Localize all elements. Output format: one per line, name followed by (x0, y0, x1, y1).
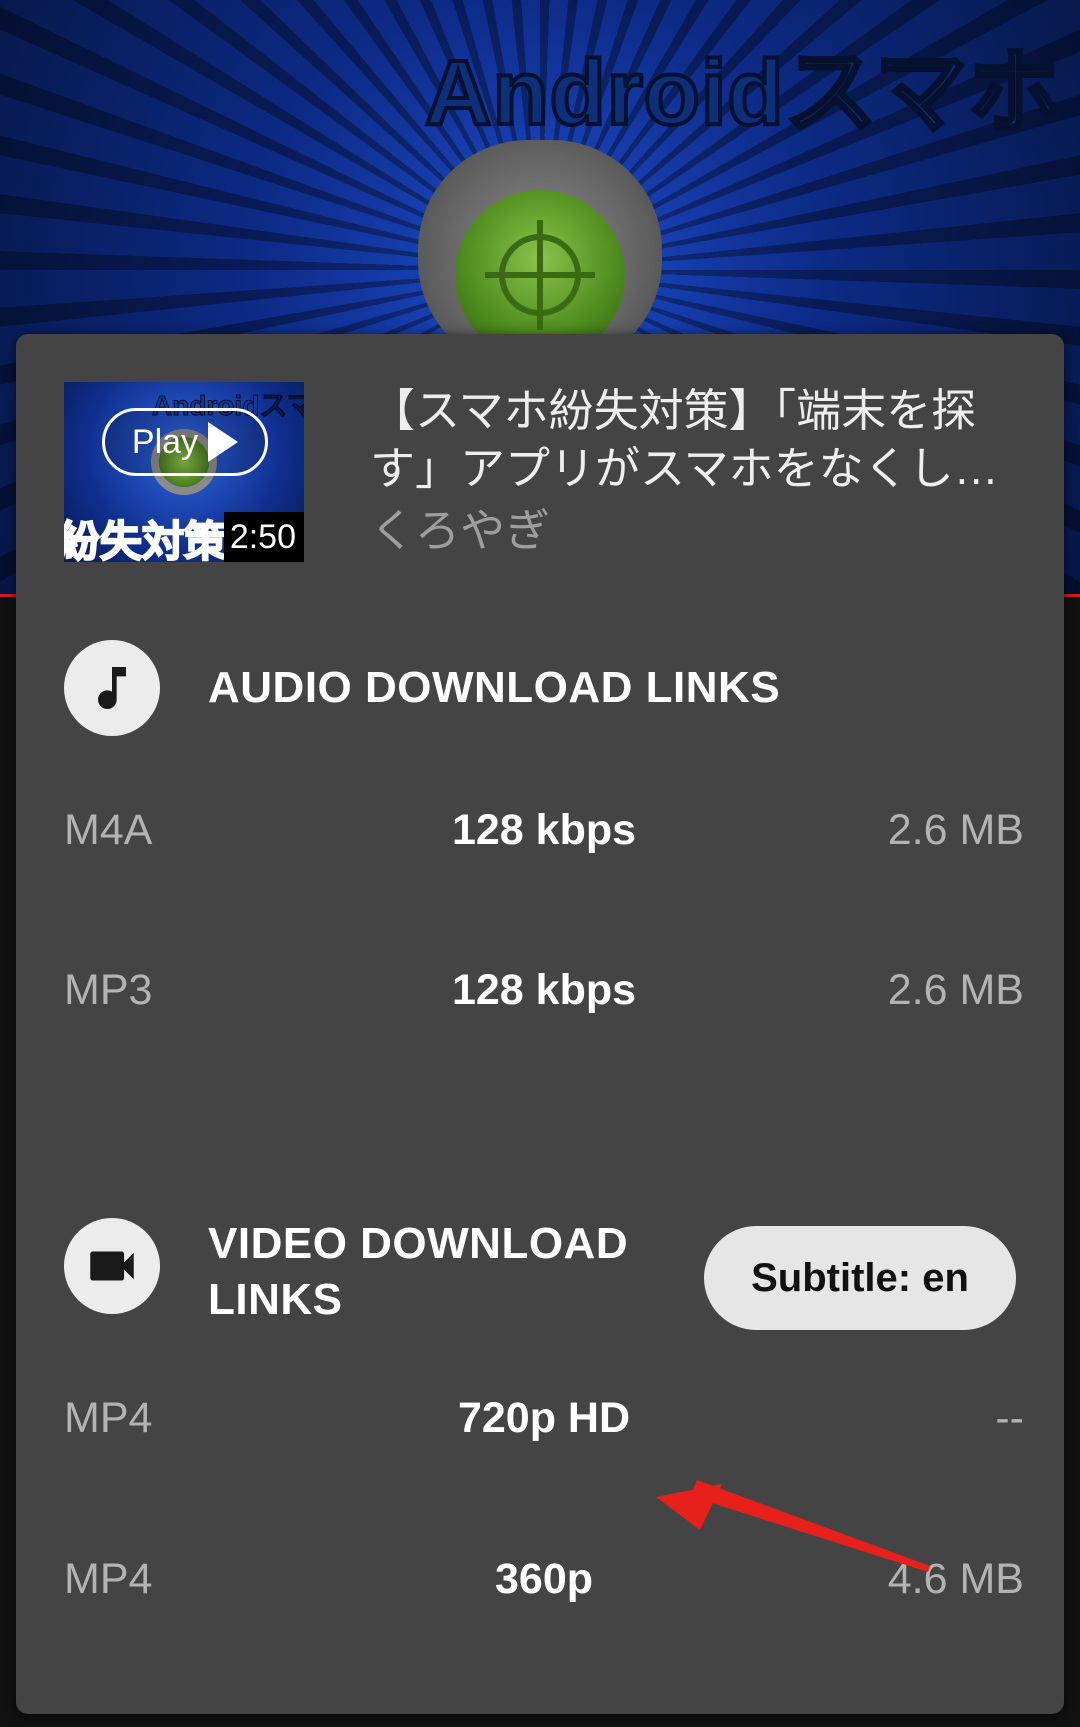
video-duration: 2:50 (223, 512, 304, 562)
audio-row-mp3[interactable]: MP3 128 kbps 2.6 MB (64, 950, 1024, 1030)
video-thumbnail[interactable]: Androidスマ 紛失対策 Play 2:50 (64, 382, 304, 562)
video-section-label: VIDEO DOWNLOAD LINKS (208, 1216, 628, 1328)
audio-row-m4a[interactable]: M4A 128 kbps 2.6 MB (64, 790, 1024, 870)
size-label: 2.6 MB (887, 806, 1024, 854)
play-button[interactable]: Play (102, 408, 268, 476)
quality-label: 128 kbps (451, 806, 637, 854)
size-label: 4.6 MB (887, 1555, 1024, 1603)
download-sheet: Androidスマ 紛失対策 Play 2:50 【スマホ紛失対策】「端末を探す… (16, 334, 1064, 1714)
quality-label: 360p (494, 1555, 593, 1603)
video-row-360p[interactable]: MP4 360p 4.6 MB (64, 1539, 1024, 1619)
audio-section-label: AUDIO DOWNLOAD LINKS (208, 663, 781, 712)
video-header: Androidスマ 紛失対策 Play 2:50 【スマホ紛失対策】「端末を探す… (64, 382, 1024, 572)
music-note-icon (64, 640, 160, 736)
size-label: 2.6 MB (887, 966, 1024, 1014)
play-label: Play (131, 422, 199, 461)
video-section-label-line2: LINKS (208, 1275, 343, 1324)
video-row-720p[interactable]: MP4 720p HD -- (64, 1378, 1024, 1458)
audio-section-header: AUDIO DOWNLOAD LINKS (64, 640, 1024, 736)
thumbnail-caption-text: 紛失対策 (64, 517, 227, 562)
quality-label: 720p HD (457, 1394, 631, 1442)
background-brand-text: Androidスマホ (423, 40, 1062, 146)
channel-name: くろやぎ (370, 505, 551, 556)
subtitle-language-button[interactable]: Subtitle: en (704, 1226, 1016, 1330)
video-section-label-line1: VIDEO DOWNLOAD (208, 1219, 629, 1268)
play-icon (208, 422, 239, 462)
quality-label: 128 kbps (451, 966, 637, 1014)
videocam-icon (64, 1218, 160, 1314)
video-title: 【スマホ紛失対策】「端末を探す」アプリがスマホをなくした時に役立つ (370, 385, 999, 494)
size-label: -- (995, 1394, 1024, 1442)
